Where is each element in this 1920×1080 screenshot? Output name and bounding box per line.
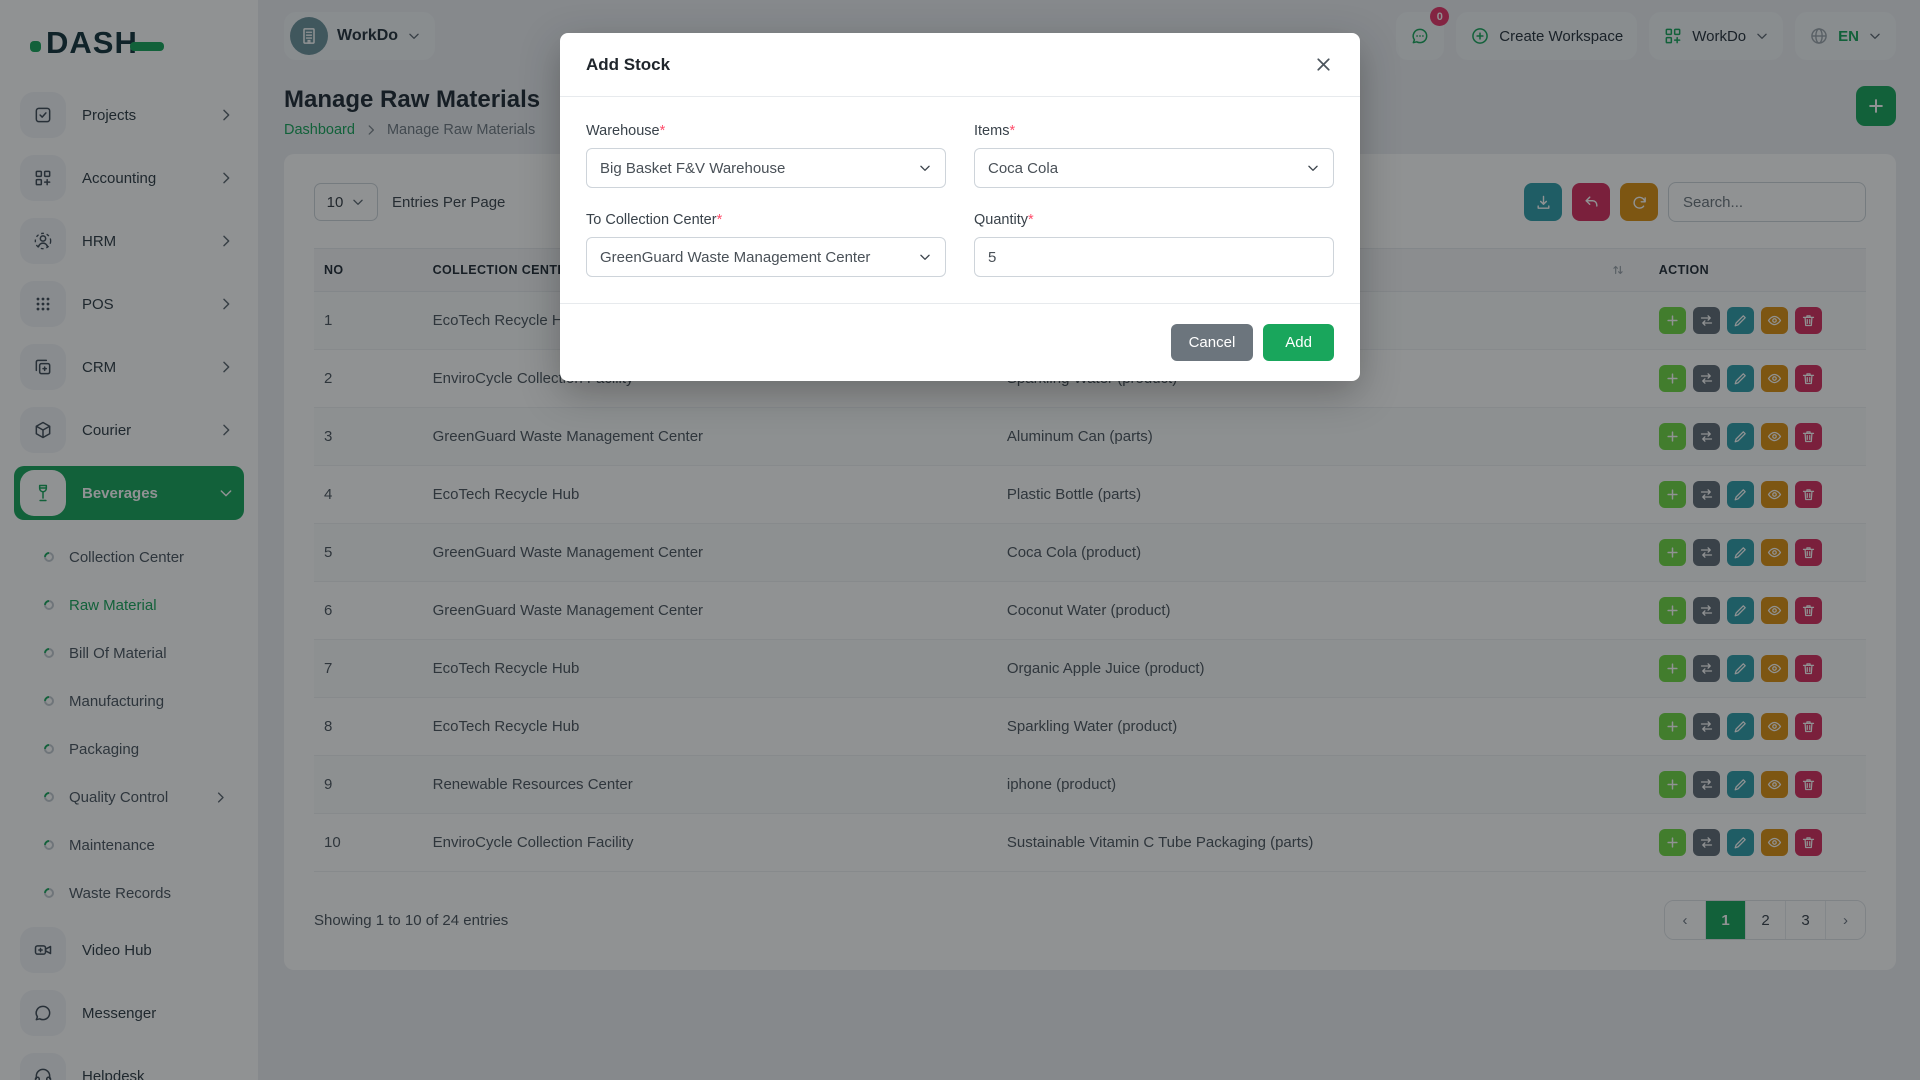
modal-header: Add Stock: [560, 33, 1360, 97]
warehouse-label: Warehouse*: [586, 123, 946, 139]
quantity-input[interactable]: [974, 237, 1334, 277]
close-icon: [1313, 54, 1334, 75]
warehouse-select[interactable]: Big Basket F&V Warehouse: [586, 148, 946, 188]
chevron-down-icon: [1306, 161, 1320, 175]
modal-close-button[interactable]: [1313, 54, 1334, 75]
required-asterisk: *: [660, 123, 666, 139]
modal-body: Warehouse* Big Basket F&V Warehouse Item…: [560, 97, 1360, 303]
required-asterisk: *: [1028, 212, 1034, 228]
add-button[interactable]: Add: [1263, 324, 1334, 361]
collection-center-select[interactable]: GreenGuard Waste Management Center: [586, 237, 946, 277]
items-label: Items*: [974, 123, 1334, 139]
add-stock-modal: Add Stock Warehouse* Big Basket F&V Ware…: [560, 33, 1360, 381]
modal-title: Add Stock: [586, 55, 670, 75]
modal-footer: Cancel Add: [560, 303, 1360, 381]
quantity-label: Quantity*: [974, 212, 1334, 228]
required-asterisk: *: [717, 212, 723, 228]
chevron-down-icon: [918, 250, 932, 264]
items-select[interactable]: Coca Cola: [974, 148, 1334, 188]
required-asterisk: *: [1009, 123, 1015, 139]
chevron-down-icon: [918, 161, 932, 175]
collection-center-label: To Collection Center*: [586, 212, 946, 228]
cancel-button[interactable]: Cancel: [1171, 324, 1254, 361]
